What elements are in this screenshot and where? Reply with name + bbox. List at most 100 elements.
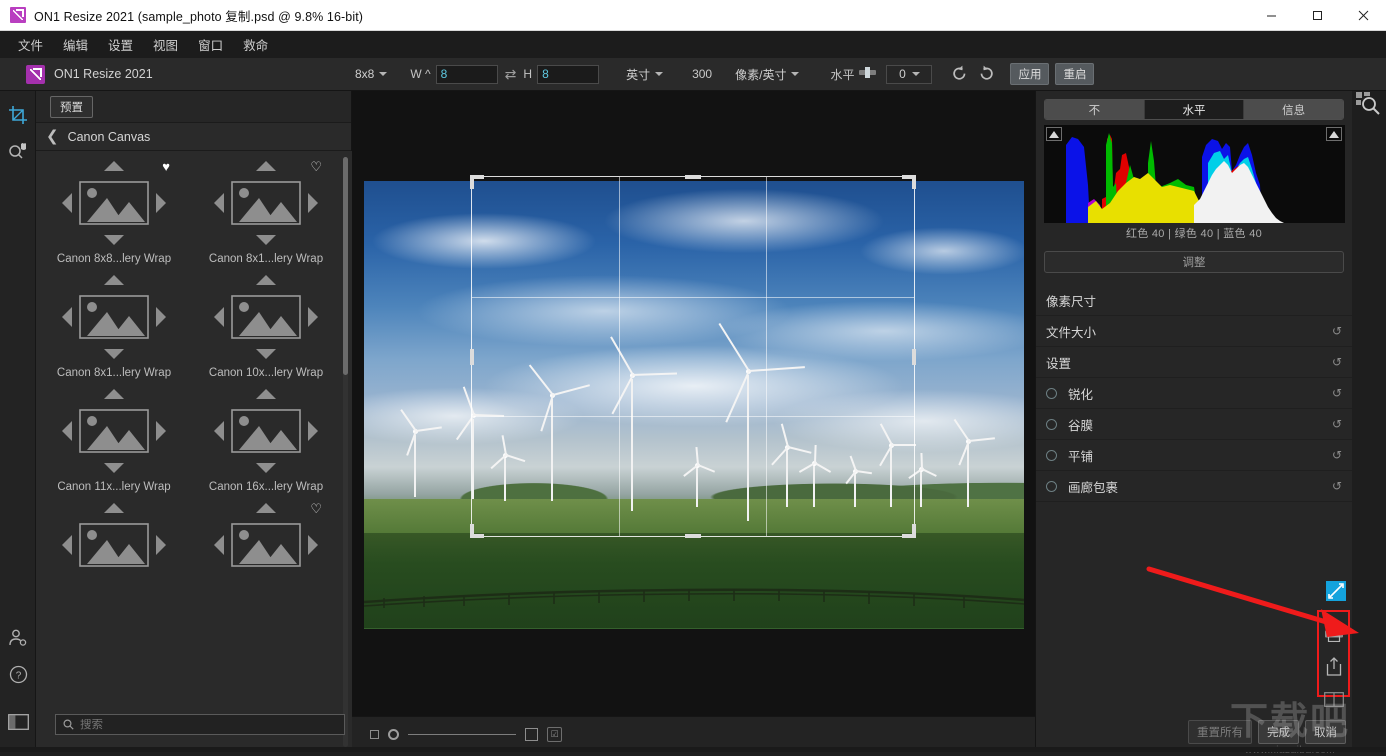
reset-all-button[interactable]: 重置所有 <box>1188 720 1252 744</box>
reset-icon[interactable]: ↺ <box>1332 324 1342 338</box>
reset-icon[interactable]: ↺ <box>1332 448 1342 462</box>
minimize-button[interactable] <box>1248 0 1294 31</box>
thumbnail-size-slider[interactable] <box>408 734 516 735</box>
apply-button[interactable]: 应用 <box>1010 63 1050 85</box>
crop-handle-br[interactable] <box>912 524 916 538</box>
crop-handle-bottom[interactable] <box>685 534 701 538</box>
tool-rail: ? <box>0 91 36 752</box>
row-label: 平铺 <box>1068 449 1094 464</box>
table-row[interactable]: 设置 ↺ <box>1036 347 1352 378</box>
panel-layout-icon[interactable] <box>0 704 36 740</box>
crop-handle-bl[interactable] <box>470 524 474 538</box>
small-square-icon[interactable] <box>370 730 379 739</box>
histogram[interactable] <box>1044 125 1345 223</box>
slider-knob-icon[interactable] <box>388 729 399 740</box>
menu-settings[interactable]: 设置 <box>98 32 143 57</box>
user-gear-icon[interactable] <box>0 620 36 656</box>
crop-handle-right[interactable] <box>912 348 916 365</box>
table-row[interactable]: 平铺 ↺ <box>1036 440 1352 471</box>
toggle-icon[interactable] <box>1046 449 1057 461</box>
crop-handle-left[interactable] <box>470 348 474 365</box>
histogram-readout: 红色 40 | 绿色 40 | 蓝色 40 <box>1125 228 1263 240</box>
preset-grid[interactable]: ♥ Canon 8x8...lery Wrap ♡ Canon 8x1...le… <box>36 151 352 752</box>
preset-scrollbar[interactable] <box>343 157 348 375</box>
favorite-icon[interactable]: ♡ <box>310 159 322 175</box>
menu-view[interactable]: 视图 <box>143 32 188 57</box>
search-box[interactable] <box>55 714 345 735</box>
tab-levels[interactable]: 水平 <box>1143 100 1244 119</box>
histogram-highlight-clip-toggle[interactable] <box>1326 127 1342 141</box>
image-canvas[interactable] <box>352 91 1035 716</box>
view-tabs: 不 水平 信息 <box>1044 99 1344 120</box>
rotate-ccw-icon[interactable] <box>950 64 971 85</box>
app-brand: ON1 Resize 2021 <box>0 64 350 84</box>
compare-view-icon[interactable] <box>1320 683 1347 716</box>
reset-button[interactable]: 重启 <box>1055 63 1095 85</box>
print-icon[interactable] <box>1320 617 1347 650</box>
question-circle-icon[interactable]: ? <box>0 656 36 692</box>
list-item[interactable]: ♡ <box>190 499 342 591</box>
crop-handle-tl[interactable] <box>470 175 474 189</box>
resolution-value[interactable]: 300 <box>688 67 716 81</box>
cancel-button[interactable]: 取消 <box>1305 720 1346 744</box>
close-button[interactable] <box>1340 0 1386 31</box>
height-input[interactable]: 8 <box>537 64 600 84</box>
row-label: 像素尺寸 <box>1046 294 1097 309</box>
list-item[interactable]: ♥ Canon 8x8...lery Wrap <box>38 157 190 265</box>
table-row[interactable]: 文件大小 ↺ <box>1036 316 1352 347</box>
crop-overlay[interactable] <box>470 175 916 538</box>
toggle-icon[interactable] <box>1046 418 1057 430</box>
list-item[interactable]: Canon 16x...lery Wrap <box>190 385 342 493</box>
magnifier-hand-icon[interactable] <box>0 133 36 169</box>
resolution-unit-select[interactable]: 像素/英寸 <box>730 63 804 86</box>
histogram-shadow-clip-toggle[interactable] <box>1046 127 1062 141</box>
search-input[interactable] <box>80 718 320 731</box>
list-item[interactable]: Canon 11x...lery Wrap <box>38 385 190 493</box>
svg-text:?: ? <box>15 670 21 681</box>
crop-handle-top[interactable] <box>685 175 701 179</box>
menu-file[interactable]: 文件 <box>8 32 53 57</box>
table-row[interactable]: 像素尺寸 <box>1036 285 1352 316</box>
tab-presets[interactable]: 预置 <box>50 95 93 118</box>
table-row[interactable]: 谷膜 ↺ <box>1036 409 1352 440</box>
maximize-button[interactable] <box>1294 0 1340 31</box>
rotate-cw-icon[interactable] <box>977 64 998 85</box>
check-square-icon[interactable]: ☑ <box>547 727 562 742</box>
tab-none[interactable]: 不 <box>1045 100 1144 119</box>
list-item[interactable] <box>38 499 190 591</box>
list-item[interactable]: Canon 10x...lery Wrap <box>190 271 342 379</box>
favorite-icon[interactable]: ♡ <box>310 501 322 517</box>
menu-help[interactable]: 救命 <box>233 32 278 57</box>
large-square-icon[interactable] <box>525 728 538 741</box>
reset-icon[interactable]: ↺ <box>1332 355 1342 369</box>
crop-icon[interactable] <box>0 97 36 133</box>
swap-arrows-icon[interactable]: ⇄ <box>498 66 524 83</box>
menu-edit[interactable]: 编辑 <box>53 32 98 57</box>
wind-turbine <box>400 409 442 497</box>
crop-handle-tr[interactable] <box>912 175 916 189</box>
table-row[interactable]: 锐化 ↺ <box>1036 378 1352 409</box>
menu-window[interactable]: 窗口 <box>188 32 233 57</box>
level-input[interactable]: 0 <box>886 64 933 84</box>
unit-select[interactable]: 英寸 <box>621 63 668 86</box>
tab-info[interactable]: 信息 <box>1243 100 1343 119</box>
done-button[interactable]: 完成 <box>1258 720 1299 744</box>
reset-icon[interactable]: ↺ <box>1332 386 1342 400</box>
favorite-icon[interactable]: ♥ <box>162 159 170 174</box>
share-export-icon[interactable] <box>1320 650 1347 683</box>
preset-label: Canon 11x...lery Wrap <box>57 481 171 493</box>
chevron-left-icon[interactable]: ❮ <box>46 129 59 144</box>
reset-icon[interactable]: ↺ <box>1332 417 1342 431</box>
browse-zoom-icon[interactable] <box>1355 90 1381 119</box>
table-row[interactable]: 画廊包裹 ↺ <box>1036 471 1352 502</box>
adjust-button[interactable]: 调整 <box>1044 251 1344 273</box>
list-item[interactable]: ♡ Canon 8x1...lery Wrap <box>190 157 342 265</box>
expand-arrows-icon[interactable] <box>1326 581 1346 604</box>
reset-icon[interactable]: ↺ <box>1332 479 1342 493</box>
toggle-icon[interactable] <box>1046 387 1057 399</box>
width-input[interactable]: 8 <box>435 64 498 84</box>
row-label: 谷膜 <box>1068 418 1094 433</box>
list-item[interactable]: Canon 8x1...lery Wrap <box>38 271 190 379</box>
aspect-ratio-select[interactable]: 8x8 <box>350 64 392 84</box>
toggle-icon[interactable] <box>1046 480 1057 492</box>
